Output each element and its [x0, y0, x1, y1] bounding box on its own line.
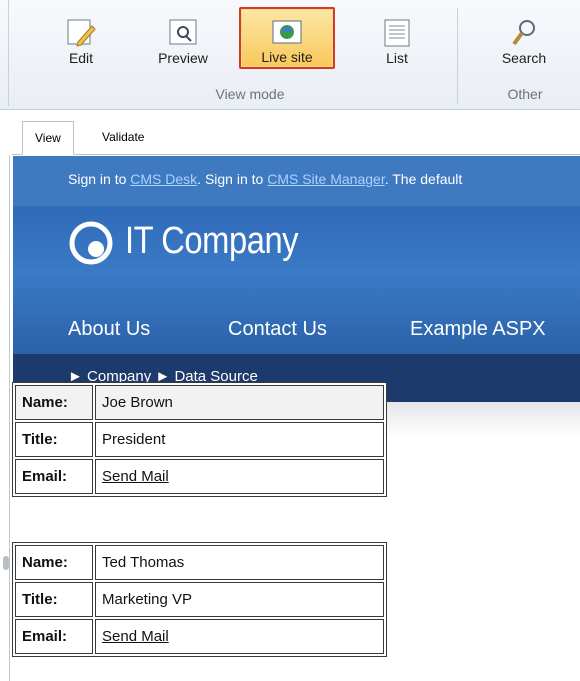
logo-text[interactable]: IT Company — [125, 220, 299, 263]
list-button[interactable]: List — [366, 6, 428, 72]
ribbon-toolbar: Edit Preview Live site List Search View … — [0, 0, 580, 110]
title-value: Marketing VP — [95, 582, 384, 617]
signin-middle: . Sign in to — [197, 171, 268, 187]
edit-label: Edit — [68, 50, 94, 66]
name-label: Name: — [15, 385, 93, 420]
search-icon — [512, 20, 535, 46]
nav-about-us[interactable]: About Us — [68, 318, 150, 341]
list-label: List — [386, 50, 408, 66]
live-site-button[interactable]: Live site — [239, 7, 335, 69]
name-label: Name: — [15, 545, 93, 580]
send-mail-link[interactable]: Send Mail — [102, 468, 169, 485]
preview-icon — [169, 19, 197, 45]
table-row: Name: Joe Brown — [15, 385, 384, 420]
search-button[interactable]: Search — [489, 6, 559, 72]
nav-example-aspx[interactable]: Example ASPX — [410, 318, 546, 341]
tab-validate[interactable]: Validate — [90, 121, 156, 155]
tab-view[interactable]: View — [22, 121, 74, 155]
record-table: Name: Joe Brown Title: President Email: … — [12, 382, 387, 497]
group-label-view-mode: View mode — [215, 86, 285, 102]
table-row: Title: President — [15, 422, 384, 457]
title-value: President — [95, 422, 384, 457]
ribbon-edge — [8, 0, 9, 106]
content-shadow — [383, 402, 580, 438]
edit-button[interactable]: Edit — [50, 6, 112, 72]
list-icon — [384, 19, 410, 47]
email-label: Email: — [15, 459, 93, 494]
record-table: Name: Ted Thomas Title: Marketing VP Ema… — [12, 542, 387, 657]
name-value: Ted Thomas — [95, 545, 384, 580]
name-value: Joe Brown — [95, 385, 384, 420]
search-label: Search — [501, 50, 547, 66]
nav-contact-us[interactable]: Contact Us — [228, 318, 327, 341]
group-label-other: Other — [507, 86, 543, 102]
signin-prefix: Sign in to — [68, 171, 131, 187]
cms-site-manager-link[interactable]: CMS Site Manager — [267, 171, 385, 187]
title-label: Title: — [15, 582, 93, 617]
table-row: Name: Ted Thomas — [15, 545, 384, 580]
title-label: Title: — [15, 422, 93, 457]
signin-text: Sign in to CMS Desk. Sign in to CMS Site… — [68, 171, 462, 187]
send-mail-link[interactable]: Send Mail — [102, 628, 169, 645]
live-site-label: Live site — [261, 49, 313, 65]
table-row: Email: Send Mail — [15, 459, 384, 494]
group-separator — [457, 8, 458, 104]
email-label: Email: — [15, 619, 93, 654]
frame-border — [9, 155, 10, 681]
view-tabs: View Validate — [12, 117, 580, 155]
signin-suffix: . The default — [384, 171, 463, 187]
cms-desk-link[interactable]: CMS Desk — [130, 171, 197, 187]
logo-icon[interactable] — [68, 220, 114, 266]
signin-bar: Sign in to CMS Desk. Sign in to CMS Site… — [13, 156, 580, 206]
edit-icon — [67, 19, 96, 47]
splitter-handle[interactable] — [3, 556, 9, 570]
preview-button[interactable]: Preview — [148, 6, 218, 72]
table-row: Email: Send Mail — [15, 619, 384, 654]
live-site-icon — [272, 20, 302, 44]
preview-label: Preview — [158, 50, 208, 66]
table-row: Title: Marketing VP — [15, 582, 384, 617]
